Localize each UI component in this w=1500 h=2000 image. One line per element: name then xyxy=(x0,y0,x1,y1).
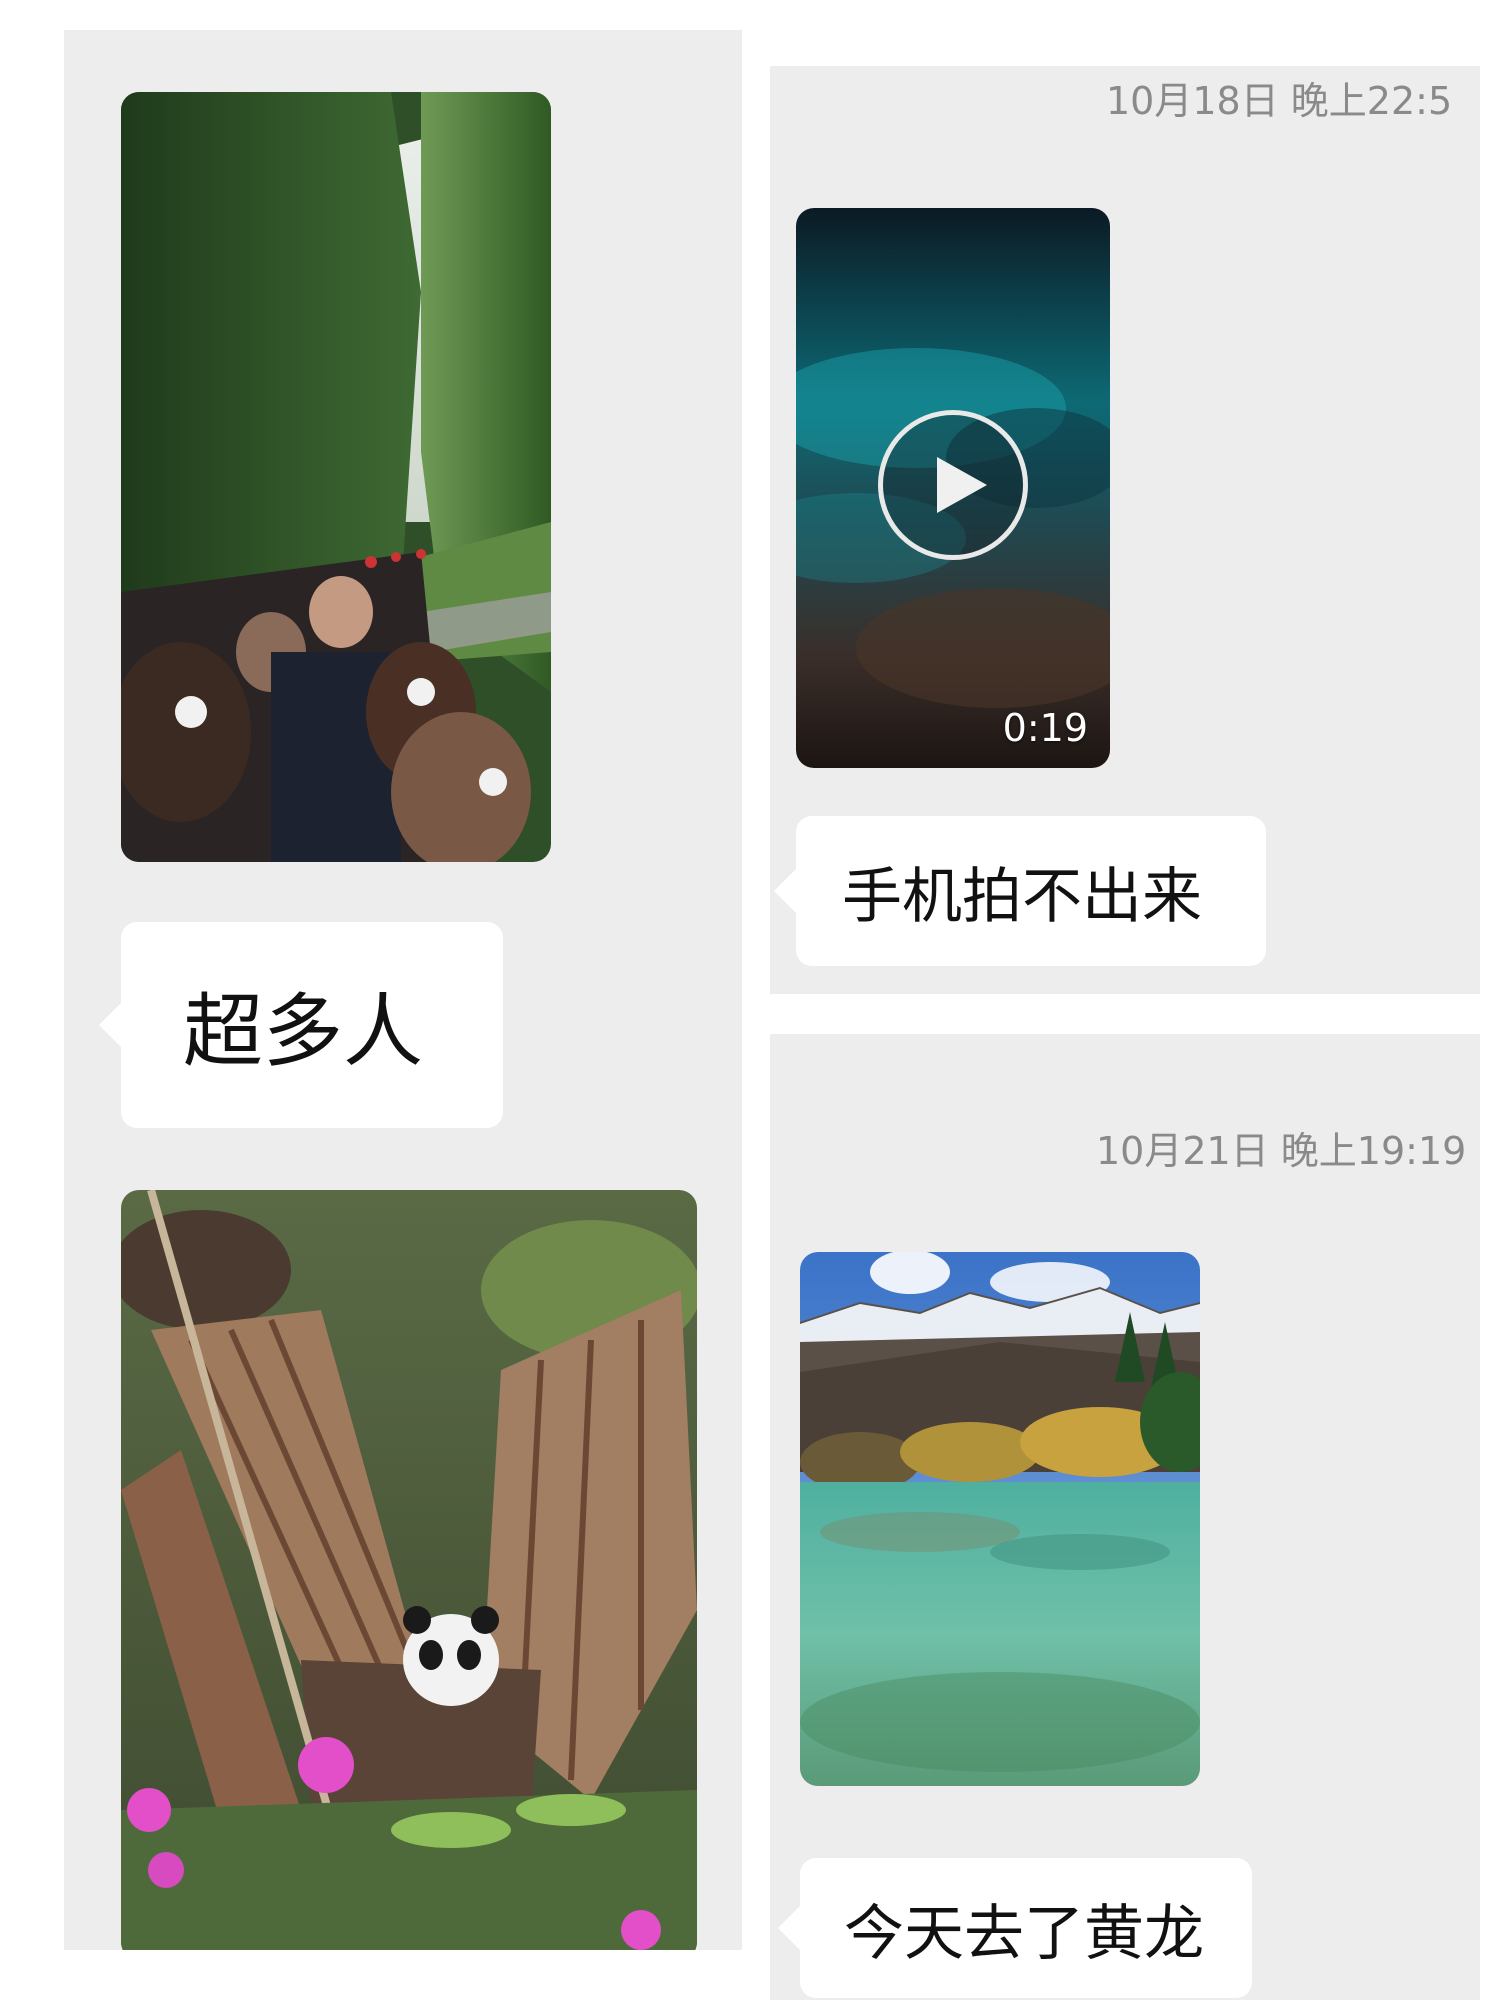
play-icon[interactable] xyxy=(878,410,1028,560)
timestamp: 10月21日 晚上19:19 xyxy=(1096,1129,1467,1173)
panda-photo-image xyxy=(121,1190,697,1950)
crowd-photo[interactable] xyxy=(121,92,551,862)
panda-photo[interactable] xyxy=(121,1190,697,1950)
video-message[interactable]: 0:19 xyxy=(796,208,1110,768)
message-bubble[interactable]: 超多人 xyxy=(99,922,503,1128)
video-duration: 0:19 xyxy=(1002,706,1088,750)
message-text: 手机拍不出来 xyxy=(842,861,1202,932)
lake-photo[interactable] xyxy=(800,1252,1200,1786)
lake-photo-image xyxy=(800,1252,1200,1786)
timestamp: 10月18日 晚上22:5 xyxy=(1106,79,1453,123)
message-bubble[interactable]: 手机拍不出来 xyxy=(774,816,1266,966)
message-bubble[interactable]: 今天去了黄龙 xyxy=(778,1858,1252,1998)
chat-panel-right-top: 10月18日 晚上22:5 0:19 手机拍不出来 xyxy=(770,66,1480,994)
message-text: 超多人 xyxy=(183,985,423,1078)
message-text: 今天去了黄龙 xyxy=(844,1898,1204,1969)
crowd-photo-image xyxy=(121,92,551,862)
chat-panel-left: 超多人 xyxy=(64,30,742,1950)
chat-panel-right-bottom: 10月21日 晚上19:19 今天去了黄龙 xyxy=(770,1034,1480,2000)
